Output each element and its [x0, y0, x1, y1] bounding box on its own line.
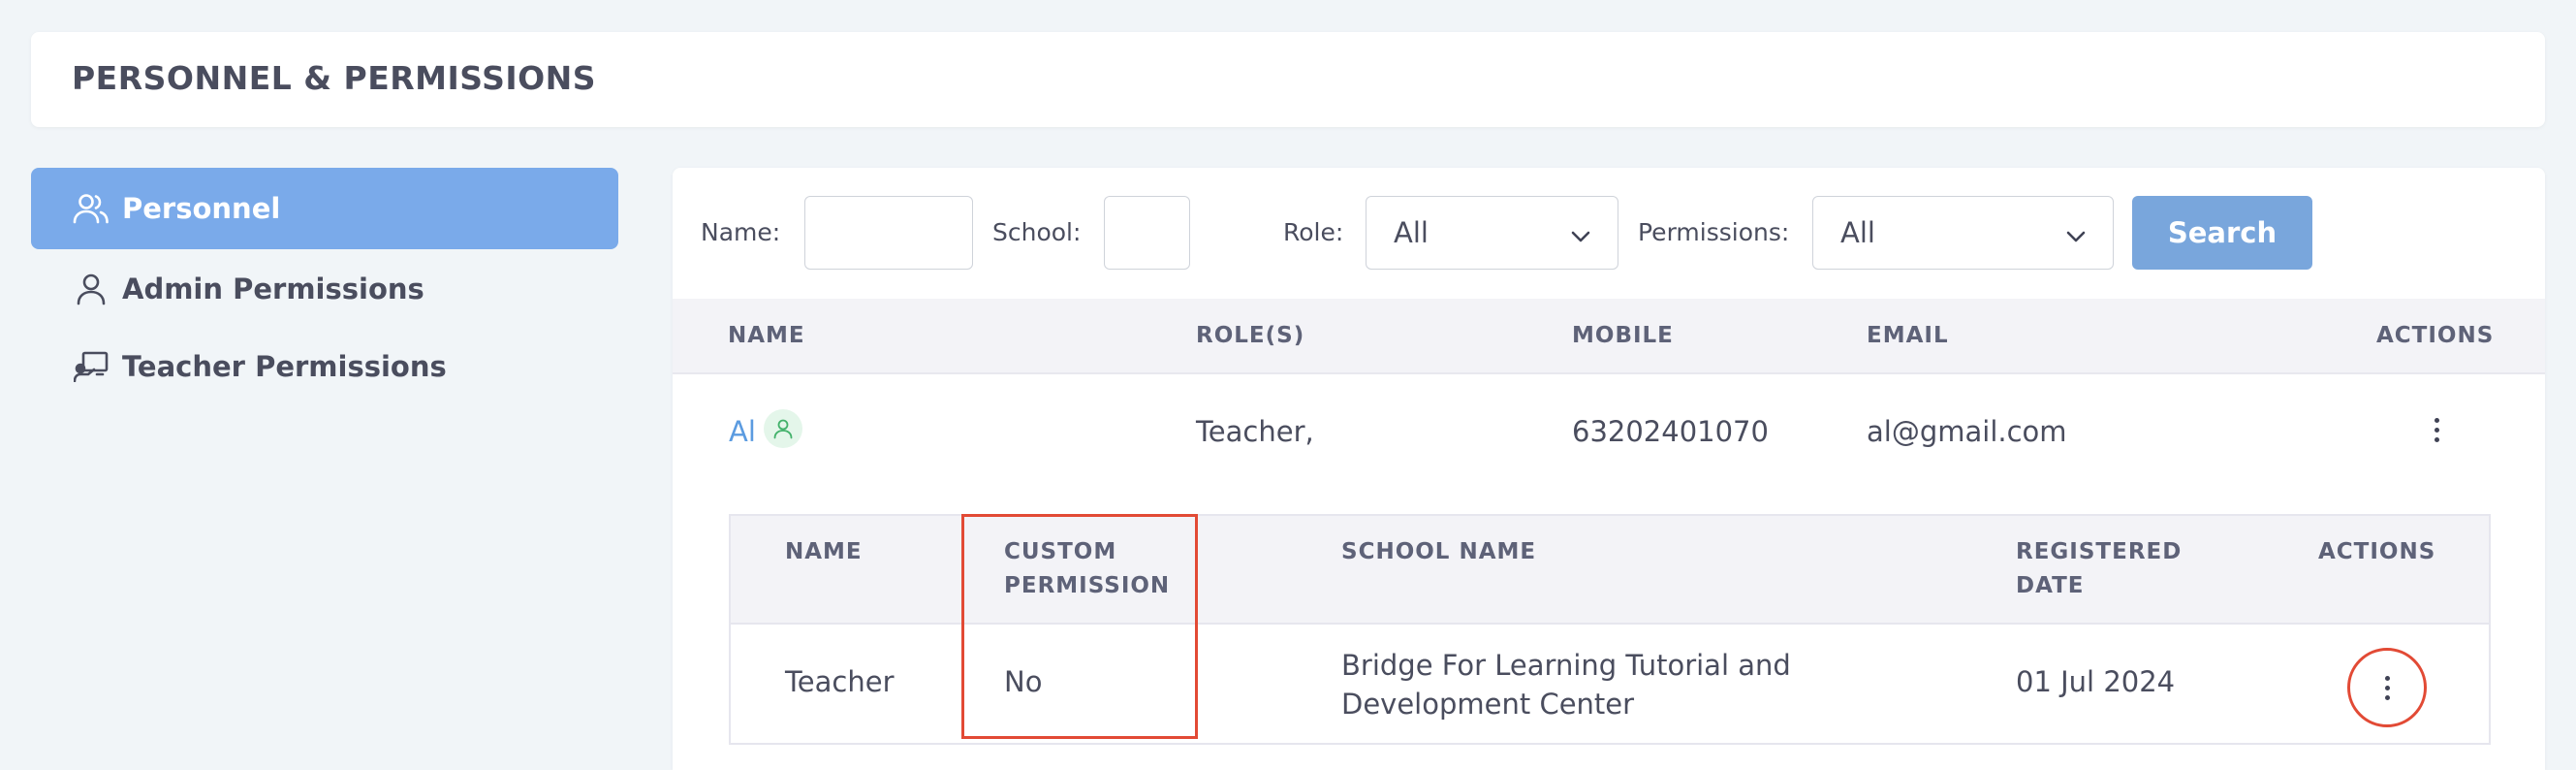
sub-row-name: Teacher [785, 665, 895, 698]
teacher-board-icon [72, 347, 110, 386]
custom-permission-highlight [961, 514, 1198, 739]
users-icon [72, 189, 110, 228]
sub-column-header-actions: ACTIONS [2318, 539, 2436, 564]
column-header-email: EMAIL [1867, 323, 1949, 348]
sub-row-actions-kebab-icon[interactable] [2375, 668, 2399, 707]
school-filter-label: School: [992, 218, 1082, 246]
role-filter-label: Role: [1283, 218, 1344, 246]
sidebar: Personnel Admin Permissions Teacher Perm… [31, 168, 618, 404]
column-header-mobile: MOBILE [1572, 323, 1674, 348]
personnel-roles: Teacher, [1196, 415, 1314, 448]
table-header: NAME ROLE(S) MOBILE EMAIL ACTIONS [673, 299, 2545, 374]
sidebar-item-personnel[interactable]: Personnel [31, 168, 618, 249]
column-header-roles: ROLE(S) [1196, 323, 1305, 348]
school-filter-input[interactable] [1104, 196, 1190, 270]
sub-row-school-name: Bridge For Learning Tutorial and Develop… [1341, 649, 1791, 721]
personnel-name-link[interactable]: Al [729, 415, 756, 448]
permissions-select[interactable]: All [1812, 196, 2114, 270]
personnel-panel: Name: School: Role: All Permissions: All… [673, 168, 2545, 770]
role-select-value: All [1394, 216, 1429, 249]
role-select[interactable]: All [1366, 196, 1618, 270]
permissions-filter-label: Permissions: [1638, 218, 1790, 246]
personnel-email: al@gmail.com [1867, 415, 2067, 448]
sub-row-registered-date: 01 Jul 2024 [2016, 665, 2176, 698]
sub-column-header-school-name: SCHOOL NAME [1341, 539, 1537, 564]
sub-column-header-name: NAME [785, 539, 863, 564]
row-actions-kebab-icon[interactable] [2425, 410, 2448, 449]
name-filter-input[interactable] [804, 196, 973, 270]
page-title: PERSONNEL & PERMISSIONS [72, 59, 597, 97]
chevron-down-icon [2066, 216, 2086, 249]
column-header-actions: ACTIONS [2376, 323, 2495, 348]
search-button[interactable]: Search [2132, 196, 2312, 270]
sidebar-item-label: Teacher Permissions [122, 350, 447, 383]
page-header: PERSONNEL & PERMISSIONS [31, 32, 2545, 127]
column-header-name: NAME [728, 323, 805, 348]
user-icon [72, 270, 110, 308]
personnel-mobile: 63202401070 [1572, 415, 1769, 448]
user-icon [764, 409, 802, 448]
permission-subtable: NAME CUSTOM PERMISSION SCHOOL NAME REGIS… [729, 514, 2491, 745]
chevron-down-icon [1571, 216, 1590, 249]
sidebar-item-label: Personnel [122, 192, 281, 225]
sidebar-item-teacher-permissions[interactable]: Teacher Permissions [31, 329, 618, 404]
sub-column-header-registered-date: REGISTERED DATE [2016, 539, 2183, 598]
sidebar-item-admin-permissions[interactable]: Admin Permissions [31, 249, 618, 329]
sidebar-item-label: Admin Permissions [122, 273, 424, 305]
permissions-select-value: All [1840, 216, 1875, 249]
name-filter-label: Name: [701, 218, 781, 246]
